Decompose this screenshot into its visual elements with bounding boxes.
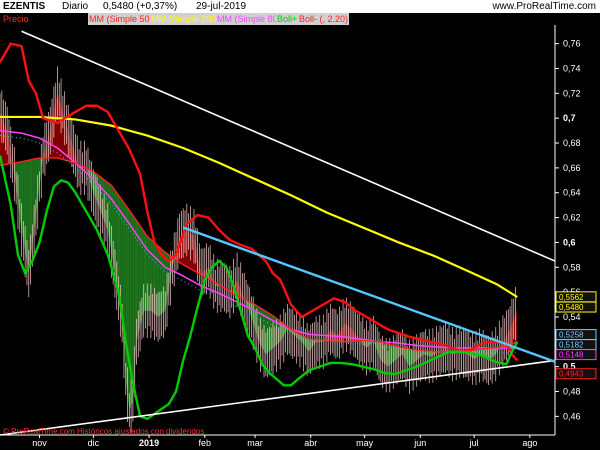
x-tick-label: 2019 (139, 438, 159, 448)
y-tick-label: 0,7 (563, 113, 576, 123)
price-chart[interactable]: 0,460,480,50,520,540,560,580,60,620,640,… (0, 0, 600, 450)
value-label: 0,4943 (559, 370, 584, 379)
y-tick-label: 0,6 (563, 237, 576, 247)
x-tick-label: dic (88, 438, 100, 448)
boll_lower-line (0, 155, 519, 421)
x-tick-label: mar (247, 438, 263, 448)
x-tick-label: jul (469, 438, 479, 448)
footnote: © ProRealTime.com Históricos ajustados c… (3, 427, 205, 436)
trendline-support (0, 359, 556, 436)
value-label: 0,5148 (559, 351, 584, 360)
y-tick-label: 0,68 (563, 138, 581, 148)
x-tick-label: feb (198, 438, 211, 448)
value-label: 0,5182 (559, 341, 584, 350)
y-tick-label: 0,54 (563, 312, 581, 322)
x-tick-label: nov (32, 438, 47, 448)
y-tick-label: 0,58 (563, 262, 581, 272)
y-tick-label: 0,64 (563, 188, 581, 198)
value-label: 0,5562 (559, 293, 584, 302)
x-tick-label: jun (413, 438, 426, 448)
y-tick-label: 0,76 (563, 39, 581, 49)
x-tick-label: may (356, 438, 374, 448)
y-tick-label: 0,46 (563, 411, 581, 421)
y-tick-label: 0,66 (563, 163, 581, 173)
y-tick-label: 0,62 (563, 213, 581, 223)
y-tick-label: 0,74 (563, 63, 581, 73)
x-tick-label: abr (304, 438, 317, 448)
value-label: 0,5480 (559, 303, 584, 312)
trendline-resistance (21, 30, 556, 262)
value-label: 0,5258 (559, 331, 584, 340)
y-tick-label: 0,72 (563, 88, 581, 98)
y-tick-label: 0,48 (563, 387, 581, 397)
x-tick-label: ago (522, 438, 537, 448)
